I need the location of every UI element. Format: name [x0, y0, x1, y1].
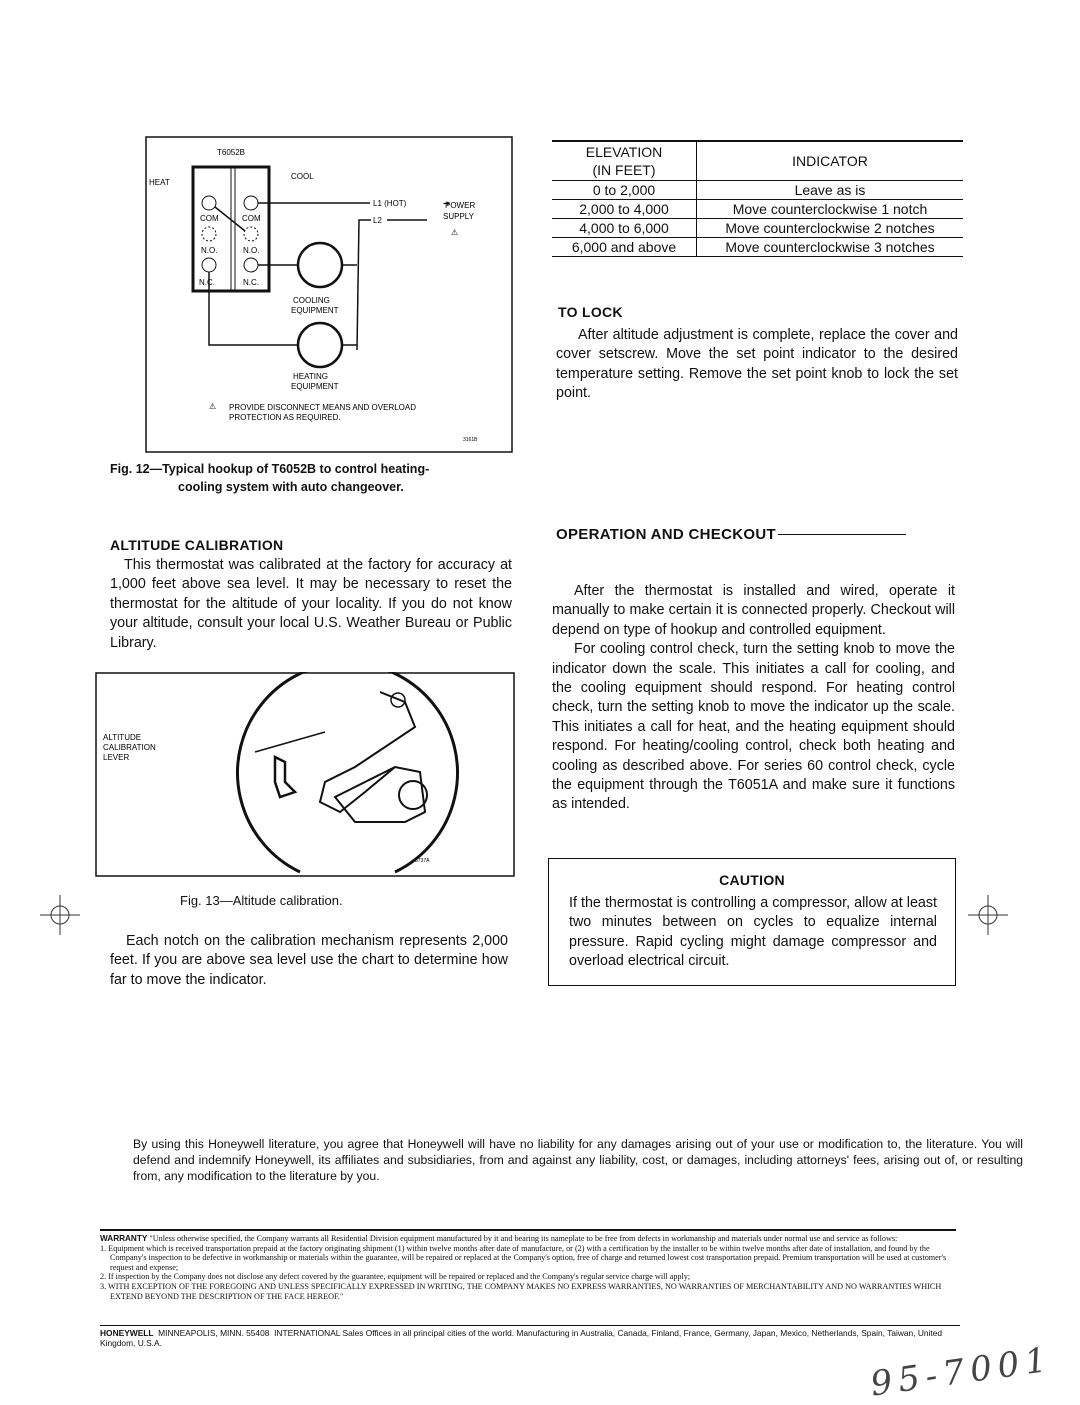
footer: HONEYWELL MINNEAPOLIS, MINN. 55408 INTER… — [100, 1325, 960, 1348]
warranty: WARRANTY "Unless otherwise specified, th… — [100, 1229, 956, 1301]
altitude-lever-diagram: ALTITUDE CALIBRATION LEVER 3737A — [95, 661, 515, 877]
operation-text: After the thermostat is installed and wi… — [552, 583, 955, 813]
svg-text:EQUIPMENT: EQUIPMENT — [291, 306, 339, 315]
svg-text:LEVER: LEVER — [103, 753, 129, 762]
table-row: 6,000 and above Move counterclockwise 3 n… — [552, 237, 963, 257]
svg-text:⚠: ⚠ — [451, 228, 458, 237]
svg-text:3161B: 3161B — [463, 437, 478, 443]
operation-heading: OPERATION AND CHECKOUT — [556, 526, 906, 543]
figure-13-caption: Fig. 13—Altitude calibration. — [180, 893, 343, 908]
notch-paragraph: Each notch on the calibration mechanism … — [110, 933, 508, 988]
svg-text:COOLING: COOLING — [293, 296, 330, 305]
table-row: 2,000 to 4,000 Move counterclockwise 1 no… — [552, 199, 963, 219]
svg-text:L1 (HOT): L1 (HOT) — [373, 199, 407, 208]
registration-mark-icon — [40, 895, 80, 935]
to-lock-heading: TO LOCK — [558, 304, 623, 320]
heading-rule — [777, 534, 906, 535]
svg-text:SUPPLY: SUPPLY — [443, 212, 475, 221]
svg-text:HEAT: HEAT — [149, 178, 170, 187]
svg-text:L2: L2 — [373, 216, 382, 225]
svg-text:N.O.: N.O. — [201, 246, 217, 255]
table-row: 0 to 2,000 Leave as is — [552, 180, 963, 200]
svg-text:3737A: 3737A — [415, 858, 430, 864]
disclaimer: By using this Honeywell literature, you … — [133, 1137, 1023, 1183]
svg-text:N.O.: N.O. — [243, 246, 259, 255]
to-lock-paragraph: After altitude adjustment is complete, r… — [556, 327, 958, 402]
svg-text:COM: COM — [242, 214, 261, 223]
elevation-table: ELEVATION (IN FEET) INDICATOR 0 to 2,000 L… — [552, 140, 963, 257]
registration-mark-icon — [968, 895, 1008, 935]
svg-text:POWER: POWER — [445, 201, 475, 210]
handwritten-note: 95-7001 — [868, 1339, 1056, 1405]
wiring-diagram: T6052B HEAT COOL COM COM N.O. N.O. N.C. N.C… — [145, 136, 513, 453]
caution-box: CAUTION If the thermostat is controlling… — [548, 858, 956, 986]
svg-text:EQUIPMENT: EQUIPMENT — [291, 382, 339, 391]
svg-text:N.C.: N.C. — [243, 278, 259, 287]
altitude-heading: ALTITUDE CALIBRATION — [110, 537, 284, 553]
svg-text:COM: COM — [200, 214, 219, 223]
caution-text: If the thermostat is controlling a compr… — [569, 895, 937, 970]
svg-text:CALIBRATION: CALIBRATION — [103, 743, 156, 752]
svg-text:PROTECTION AS REQUIRED.: PROTECTION AS REQUIRED. — [229, 413, 341, 422]
table-row: 4,000 to 6,000 Move counterclockwise 2 no… — [552, 218, 963, 238]
svg-text:N.C.: N.C. — [199, 278, 215, 287]
svg-text:ALTITUDE: ALTITUDE — [103, 733, 141, 742]
svg-text:PROVIDE DISCONNECT MEANS AND O: PROVIDE DISCONNECT MEANS AND OVERLOAD — [229, 403, 416, 412]
svg-text:COOL: COOL — [291, 172, 314, 181]
svg-text:⚠: ⚠ — [209, 402, 216, 411]
figure-12: T6052B HEAT COOL COM COM N.O. N.O. N.C. N.C… — [145, 135, 515, 455]
figure-13: ALTITUDE CALIBRATION LEVER 3737A — [95, 661, 515, 877]
svg-text:T6052B: T6052B — [217, 148, 245, 157]
caution-heading: CAUTION — [719, 872, 785, 888]
svg-text:HEATING: HEATING — [293, 372, 328, 381]
altitude-paragraph: This thermostat was calibrated at the fa… — [110, 557, 512, 651]
figure-12-caption: Fig. 12—Typical hookup of T6052B to cont… — [110, 462, 430, 494]
